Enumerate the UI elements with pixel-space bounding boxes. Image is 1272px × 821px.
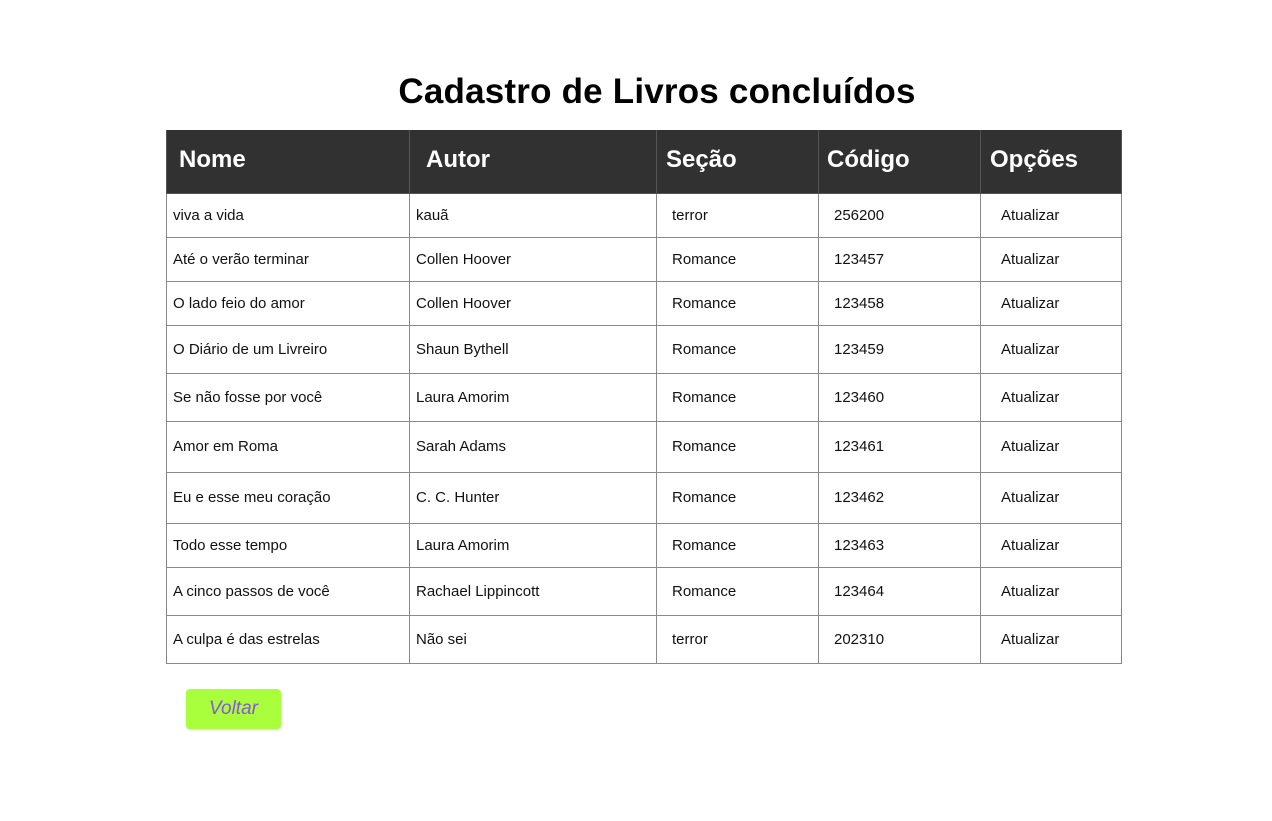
back-button[interactable]: Voltar (186, 689, 281, 729)
header-row: Nome Autor Seção Código Opções (166, 130, 1122, 194)
table-row: Até o verão terminar Collen Hoover Roman… (166, 236, 1122, 282)
cell-secao: Romance (656, 372, 819, 422)
cell-autor: Shaun Bythell (409, 324, 657, 374)
cell-nome: A cinco passos de você (166, 566, 410, 616)
cell-codigo: 202310 (818, 614, 981, 664)
cell-nome: Até o verão terminar (166, 236, 410, 282)
cell-nome: Se não fosse por você (166, 372, 410, 422)
update-link[interactable]: Atualizar (980, 280, 1122, 326)
cell-codigo: 256200 (818, 192, 981, 238)
cell-secao: Romance (656, 471, 819, 524)
column-header-autor: Autor (409, 130, 657, 194)
column-header-nome: Nome (166, 130, 410, 194)
cell-codigo: 123457 (818, 236, 981, 282)
update-link[interactable]: Atualizar (980, 420, 1122, 473)
table-row: Todo esse tempo Laura Amorim Romance 123… (166, 522, 1122, 568)
cell-secao: terror (656, 614, 819, 664)
update-link[interactable]: Atualizar (980, 471, 1122, 524)
table-body: viva a vida kauã terror 256200 Atualizar… (166, 192, 1122, 664)
cell-nome: O lado feio do amor (166, 280, 410, 326)
cell-autor: Collen Hoover (409, 236, 657, 282)
cell-codigo: 123463 (818, 522, 981, 568)
update-link[interactable]: Atualizar (980, 566, 1122, 616)
cell-codigo: 123462 (818, 471, 981, 524)
cell-autor: Collen Hoover (409, 280, 657, 326)
update-link[interactable]: Atualizar (980, 324, 1122, 374)
cell-secao: Romance (656, 236, 819, 282)
cell-autor: kauã (409, 192, 657, 238)
cell-secao: terror (656, 192, 819, 238)
update-link[interactable]: Atualizar (980, 522, 1122, 568)
table-row: A culpa é das estrelas Não sei terror 20… (166, 614, 1122, 664)
table-row: Amor em Roma Sarah Adams Romance 123461 … (166, 420, 1122, 473)
table-row: Eu e esse meu coração C. C. Hunter Roman… (166, 471, 1122, 524)
cell-codigo: 123460 (818, 372, 981, 422)
books-table: Nome Autor Seção Código Opções viva a vi… (166, 130, 1122, 664)
cell-nome: Todo esse tempo (166, 522, 410, 568)
page-title: Cadastro de Livros concluídos (398, 72, 916, 111)
cell-secao: Romance (656, 566, 819, 616)
cell-nome: O Diário de um Livreiro (166, 324, 410, 374)
cell-secao: Romance (656, 280, 819, 326)
cell-codigo: 123459 (818, 324, 981, 374)
cell-autor: Rachael Lippincott (409, 566, 657, 616)
update-link[interactable]: Atualizar (980, 614, 1122, 664)
table-row: viva a vida kauã terror 256200 Atualizar (166, 192, 1122, 238)
cell-codigo: 123461 (818, 420, 981, 473)
cell-nome: viva a vida (166, 192, 410, 238)
cell-autor: Laura Amorim (409, 372, 657, 422)
cell-secao: Romance (656, 324, 819, 374)
update-link[interactable]: Atualizar (980, 236, 1122, 282)
table-header: Nome Autor Seção Código Opções (166, 130, 1122, 194)
cell-nome: Amor em Roma (166, 420, 410, 473)
cell-codigo: 123464 (818, 566, 981, 616)
cell-nome: A culpa é das estrelas (166, 614, 410, 664)
page: Cadastro de Livros concluídos Nome Autor… (0, 0, 1272, 821)
table-row: A cinco passos de você Rachael Lippincot… (166, 566, 1122, 616)
cell-autor: C. C. Hunter (409, 471, 657, 524)
cell-secao: Romance (656, 522, 819, 568)
update-link[interactable]: Atualizar (980, 372, 1122, 422)
cell-autor: Sarah Adams (409, 420, 657, 473)
cell-autor: Laura Amorim (409, 522, 657, 568)
column-header-codigo: Código (818, 130, 981, 194)
table-row: Se não fosse por você Laura Amorim Roman… (166, 372, 1122, 422)
table-row: O Diário de um Livreiro Shaun Bythell Ro… (166, 324, 1122, 374)
cell-nome: Eu e esse meu coração (166, 471, 410, 524)
update-link[interactable]: Atualizar (980, 192, 1122, 238)
cell-autor: Não sei (409, 614, 657, 664)
table-row: O lado feio do amor Collen Hoover Romanc… (166, 280, 1122, 326)
column-header-opcoes: Opções (980, 130, 1122, 194)
cell-secao: Romance (656, 420, 819, 473)
column-header-secao: Seção (656, 130, 819, 194)
cell-codigo: 123458 (818, 280, 981, 326)
